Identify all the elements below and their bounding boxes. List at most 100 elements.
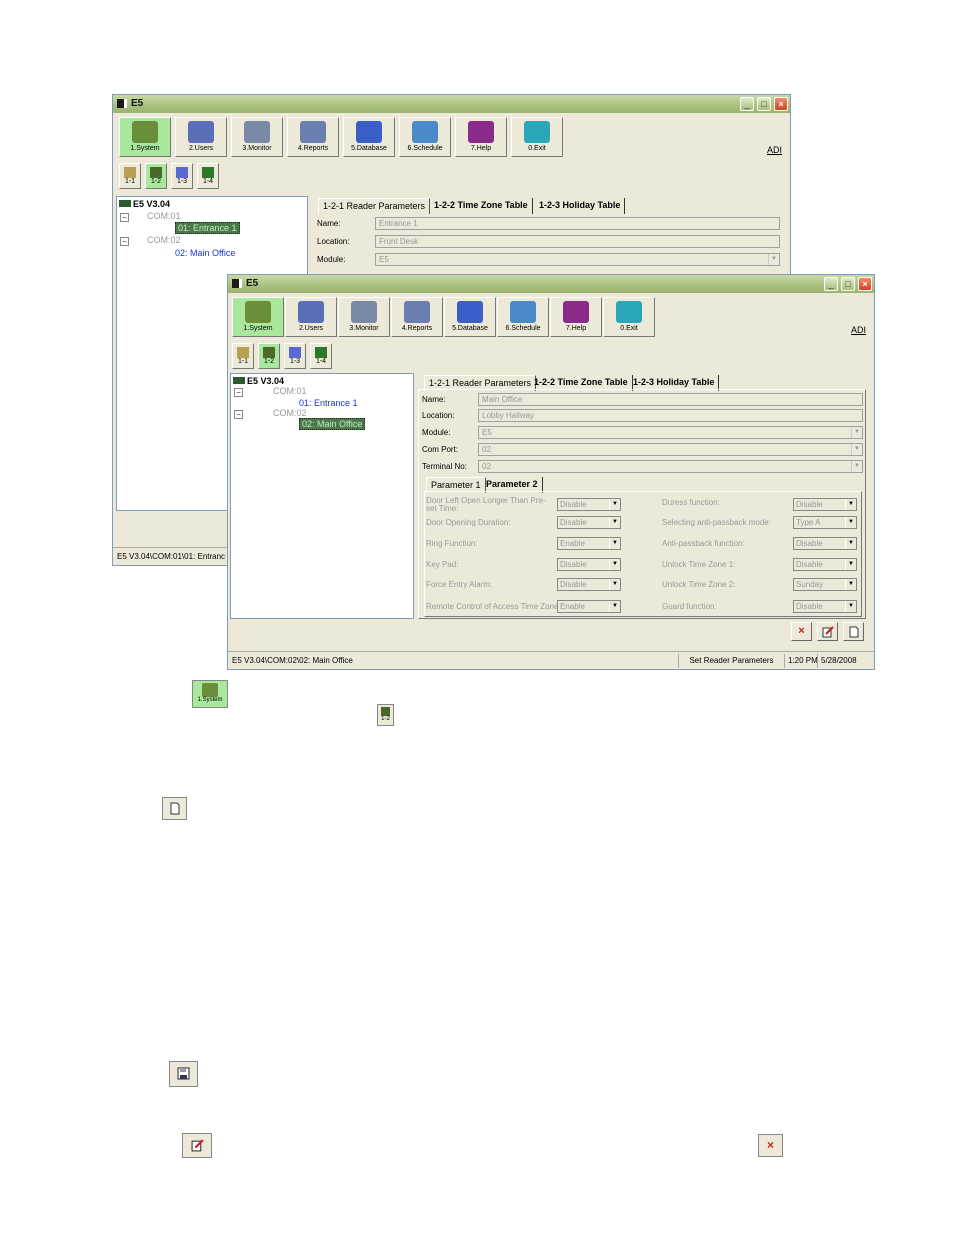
dropdown-arrow-icon[interactable]: ▼: [851, 461, 862, 472]
tab-reader-parameters[interactable]: 1-2-1 Reader Parameters: [318, 198, 431, 214]
force-entry-alarm-select[interactable]: Disable ▼: [557, 578, 621, 591]
monitor-button[interactable]: 3.Monitor: [338, 297, 390, 337]
unlock-time-zone-1-select[interactable]: Disable ▼: [793, 558, 857, 571]
terminal-no-field[interactable]: 02 ▼: [478, 460, 863, 473]
maximize-button[interactable]: □: [757, 97, 771, 111]
help-button[interactable]: 7.Help: [455, 117, 507, 157]
exit-button[interactable]: 0.Exit: [511, 117, 563, 157]
tree-node-entrance[interactable]: 01: Entrance 1: [175, 222, 240, 234]
collapse-icon[interactable]: −: [120, 237, 129, 246]
schedule-button[interactable]: 6.Schedule: [497, 297, 549, 337]
floppy-disk-icon: [177, 1067, 190, 1080]
help-button[interactable]: 7.Help: [550, 297, 602, 337]
title-bar[interactable]: E5 _ □ ×: [228, 275, 874, 293]
location-field[interactable]: Front Desk: [375, 235, 780, 248]
duress-function-select[interactable]: Disable ▼: [793, 498, 857, 511]
tree-node-main-office[interactable]: 02: Main Office: [299, 418, 366, 430]
location-field[interactable]: Lobby Hallway: [478, 409, 863, 422]
dropdown-arrow-icon[interactable]: ▼: [609, 579, 620, 590]
anti-passback-mode-select[interactable]: Type A ▼: [793, 516, 857, 529]
new-button[interactable]: [843, 622, 864, 641]
dropdown-arrow-icon[interactable]: ▼: [845, 538, 856, 549]
tree-root[interactable]: E5 V3.04: [119, 199, 170, 209]
dropdown-arrow-icon[interactable]: ▼: [609, 499, 620, 510]
tree-node-com2[interactable]: COM:02: [147, 235, 181, 245]
dropdown-arrow-icon[interactable]: ▼: [609, 517, 620, 528]
exit-button[interactable]: 0.Exit: [603, 297, 655, 337]
dropdown-arrow-icon[interactable]: ▼: [609, 601, 620, 612]
dropdown-arrow-icon[interactable]: ▼: [845, 559, 856, 570]
sub-button-1-4[interactable]: 1-4: [310, 343, 332, 369]
dropdown-arrow-icon[interactable]: ▼: [609, 559, 620, 570]
sub-button-1-2[interactable]: 1-2: [258, 343, 280, 369]
close-button[interactable]: ×: [774, 97, 788, 111]
dropdown-arrow-icon[interactable]: ▼: [845, 499, 856, 510]
system-button[interactable]: 1.System: [119, 117, 171, 157]
key-pad-select[interactable]: Disable ▼: [557, 558, 621, 571]
users-button[interactable]: 2.Users: [175, 117, 227, 157]
tree-node-com1[interactable]: COM:01: [147, 211, 181, 221]
dropdown-arrow-icon[interactable]: ▼: [609, 538, 620, 549]
system-button[interactable]: 1.System: [232, 297, 284, 337]
ring-function-select[interactable]: Enable ▼: [557, 537, 621, 550]
chip-icon: [202, 167, 214, 178]
database-button[interactable]: 5.Database: [444, 297, 496, 337]
close-button[interactable]: ×: [858, 277, 872, 291]
edit-button[interactable]: [817, 622, 838, 641]
reports-button[interactable]: 4.Reports: [391, 297, 443, 337]
module-field[interactable]: E5 ▼: [375, 253, 780, 266]
com-port-field[interactable]: 02 ▼: [478, 443, 863, 456]
tree-node-com2[interactable]: COM:02: [273, 408, 307, 418]
dropdown-arrow-icon[interactable]: ▼: [845, 579, 856, 590]
module-field[interactable]: E5 ▼: [478, 426, 863, 439]
sub-button-1-3[interactable]: 1-3: [284, 343, 306, 369]
sub-button-1-2[interactable]: 1-2: [145, 163, 167, 189]
guard-function-select[interactable]: Disable ▼: [793, 600, 857, 613]
device-tree[interactable]: E5 V3.04 − COM:01 01: Entrance 1 − COM:0…: [230, 373, 414, 619]
collapse-icon[interactable]: −: [234, 410, 243, 419]
tab-holiday-table[interactable]: 1-2-3 Holiday Table: [535, 198, 626, 214]
title-bar[interactable]: E5 _ □ ×: [113, 95, 790, 113]
remote-control-select[interactable]: Enable ▼: [557, 600, 621, 613]
sub-button-1-3[interactable]: 1-3: [171, 163, 193, 189]
door-opening-duration-select[interactable]: Disable ▼: [557, 516, 621, 529]
users-button[interactable]: 2.Users: [285, 297, 337, 337]
dropdown-arrow-icon[interactable]: ▼: [851, 444, 862, 455]
dropdown-arrow-icon[interactable]: ▼: [845, 601, 856, 612]
schedule-icon: [510, 301, 536, 323]
param-label: Force Entry Alarm:: [426, 580, 493, 589]
status-time: 1:20 PM: [784, 654, 821, 668]
reports-button[interactable]: 4.Reports: [287, 117, 339, 157]
collapse-icon[interactable]: −: [120, 213, 129, 222]
maximize-button[interactable]: □: [841, 277, 855, 291]
collapse-icon[interactable]: −: [234, 388, 243, 397]
monitor-button[interactable]: 3.Monitor: [231, 117, 283, 157]
device-icon: [119, 200, 131, 207]
monitor-icon: [244, 121, 270, 143]
dropdown-arrow-icon[interactable]: ▼: [768, 254, 779, 265]
param-label: Key Pad:: [426, 560, 459, 569]
sub-button-1-1[interactable]: 1-1: [232, 343, 254, 369]
sub-button-1-4[interactable]: 1-4: [197, 163, 219, 189]
tree-root[interactable]: E5 V3.04: [233, 376, 284, 386]
minimize-button[interactable]: _: [824, 277, 838, 291]
tree-node-com1[interactable]: COM:01: [273, 386, 307, 396]
dropdown-arrow-icon[interactable]: ▼: [851, 427, 862, 438]
tree-node-entrance[interactable]: 01: Entrance 1: [299, 398, 358, 408]
cancel-button[interactable]: ×: [791, 622, 812, 641]
anti-passback-function-select[interactable]: Disable ▼: [793, 537, 857, 550]
sub-button-1-1[interactable]: 1-1: [119, 163, 141, 189]
name-field[interactable]: Main Office: [478, 393, 863, 406]
database-button[interactable]: 5.Database: [343, 117, 395, 157]
name-field[interactable]: Entrance 1: [375, 217, 780, 230]
schedule-button[interactable]: 6.Schedule: [399, 117, 451, 157]
minimize-button[interactable]: _: [740, 97, 754, 111]
dropdown-arrow-icon[interactable]: ▼: [845, 517, 856, 528]
door-left-open-select[interactable]: Disable ▼: [557, 498, 621, 511]
unlock-time-zone-2-select[interactable]: Sunday ▼: [793, 578, 857, 591]
tab-time-zone-table[interactable]: 1-2-2 Time Zone Table: [430, 198, 533, 214]
edit-icon: [822, 626, 834, 638]
edit-icon: [191, 1139, 204, 1152]
status-path: E5 V3.04\COM:02\02: Main Office: [232, 656, 353, 665]
tree-node-main-office[interactable]: 02: Main Office: [175, 248, 235, 258]
